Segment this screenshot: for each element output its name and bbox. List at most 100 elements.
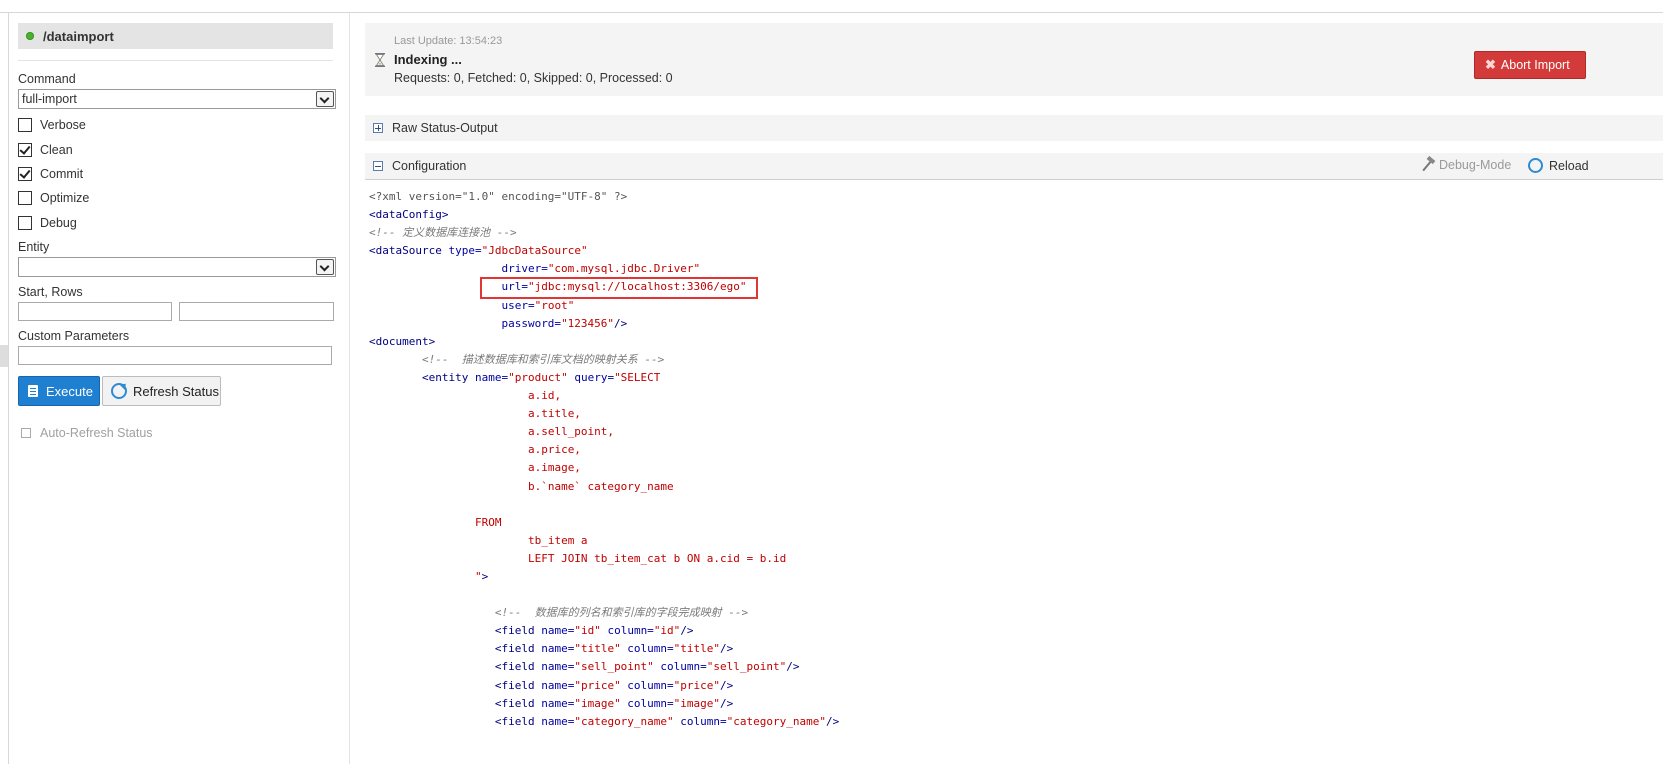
checkbox[interactable] — [18, 143, 32, 157]
checkbox[interactable] — [18, 167, 32, 181]
configuration-xml[interactable]: <?xml version="1.0" encoding="UTF-8" ?> <… — [369, 188, 839, 731]
code-token: name= — [541, 642, 575, 656]
code-token: "com.mysql.jdbc.Driver" — [547, 262, 701, 276]
abort-import-button[interactable]: ✖ Abort Import — [1474, 51, 1586, 79]
import-status-panel: Last Update: 13:54:23 Indexing ... Reque… — [365, 23, 1663, 96]
code-token: " — [474, 569, 482, 583]
status-dot-icon — [26, 32, 34, 40]
code-line: <!-- 描述数据库和索引库文档的映射关系 --> — [369, 351, 839, 369]
chevron-down-icon[interactable] — [316, 259, 334, 275]
abort-label: Abort Import — [1500, 58, 1570, 72]
auto-refresh-label: Auto-Refresh Status — [40, 426, 153, 440]
code-token: "price" — [673, 678, 721, 692]
reload-label: Reload — [1549, 158, 1589, 173]
code-token: "id" — [574, 624, 601, 638]
reload-button[interactable]: Reload — [1528, 158, 1589, 173]
checkbox-label: Commit — [40, 167, 84, 181]
code-token: /> — [720, 696, 734, 710]
code-token: <!-- 定义数据库连接池 --> — [369, 226, 517, 240]
code-token: a.title, — [527, 407, 581, 421]
option-optimize[interactable]: Optimize — [18, 191, 89, 205]
code-token: <dataSource — [369, 244, 449, 258]
start-input[interactable] — [18, 302, 172, 321]
code-token: <document> — [369, 334, 436, 348]
custom-params-input[interactable] — [18, 346, 332, 365]
handler-header[interactable]: /dataimport — [18, 23, 333, 49]
option-clean[interactable]: Clean — [18, 143, 73, 157]
auto-refresh-option[interactable]: Auto-Refresh Status — [21, 426, 153, 440]
option-verbose[interactable]: Verbose — [18, 118, 86, 132]
code-token: /> — [614, 316, 628, 330]
chevron-down-icon[interactable] — [316, 91, 334, 107]
refresh-label: Refresh Status — [133, 383, 219, 399]
option-debug[interactable]: Debug — [18, 216, 77, 230]
code-token: "SELECT — [614, 370, 661, 384]
code-token: a.sell_point, — [527, 425, 615, 439]
handler-name: /dataimport — [43, 28, 114, 44]
raw-status-toggle[interactable]: Raw Status-Output — [365, 115, 1663, 141]
checkbox-label: Verbose — [40, 118, 86, 132]
code-token: "sell_point" — [574, 660, 654, 674]
checkbox[interactable] — [18, 216, 32, 230]
code-token: query= — [567, 370, 615, 384]
panel-divider — [349, 13, 350, 764]
entity-select[interactable] — [18, 257, 336, 277]
code-line: password="123456"/> — [369, 315, 839, 333]
code-line: <field name="sell_point" column="sell_po… — [369, 658, 839, 676]
code-token: <?xml version="1.0" encoding="UTF-8" ?> — [369, 190, 628, 203]
execute-label: Execute — [46, 383, 93, 399]
status-state: Indexing ... — [394, 52, 462, 67]
code-token: "category_name" — [574, 714, 674, 728]
reload-icon — [1528, 158, 1543, 173]
code-token: "sell_point" — [706, 660, 787, 674]
code-token: <dataConfig> — [369, 208, 449, 222]
code-token: <entity — [421, 370, 475, 384]
code-line: a.price, — [369, 441, 839, 459]
checkbox[interactable] — [18, 118, 32, 132]
code-line: <field name="price" column="price"/> — [369, 677, 839, 695]
entity-label: Entity — [18, 240, 50, 254]
code-token: /> — [680, 624, 694, 638]
code-token: <!-- 数据库的列名和索引库的字段完成映射 --> — [494, 606, 749, 620]
code-line: a.id, — [369, 387, 839, 405]
checkbox-label: Clean — [40, 143, 73, 157]
command-label: Command — [18, 72, 76, 86]
code-token: LEFT JOIN tb_item_cat b ON a.cid = b.id — [527, 551, 787, 565]
code-token: name= — [541, 714, 575, 728]
code-token: name= — [474, 370, 509, 384]
document-icon — [28, 385, 38, 397]
code-token: column= — [653, 660, 707, 674]
configuration-divider — [365, 179, 1663, 180]
checkbox[interactable] — [18, 191, 32, 205]
command-select[interactable]: full-import — [18, 89, 336, 109]
code-line: b.`name` category_name — [369, 478, 839, 496]
code-line: a.title, — [369, 405, 839, 423]
code-line: a.sell_point, — [369, 423, 839, 441]
code-token: driver= — [501, 262, 548, 276]
code-token: <field — [494, 678, 542, 692]
option-commit[interactable]: Commit — [18, 167, 83, 181]
refresh-icon — [111, 383, 127, 399]
hourglass-icon — [375, 53, 385, 67]
code-token: column= — [620, 642, 674, 656]
debug-mode-button[interactable]: Debug-Mode — [1421, 158, 1511, 172]
code-token: "JdbcDataSource" — [481, 244, 588, 258]
code-token: a.image, — [527, 461, 581, 475]
execute-button[interactable]: Execute — [18, 376, 100, 406]
rows-input[interactable] — [179, 302, 334, 321]
top-border — [0, 12, 1663, 13]
refresh-status-button[interactable]: Refresh Status — [102, 376, 221, 406]
code-line: <field name="image" column="image"/> — [369, 695, 839, 713]
nav-edge — [8, 13, 9, 764]
auto-refresh-checkbox[interactable] — [21, 428, 31, 438]
code-line: "> — [369, 568, 839, 586]
